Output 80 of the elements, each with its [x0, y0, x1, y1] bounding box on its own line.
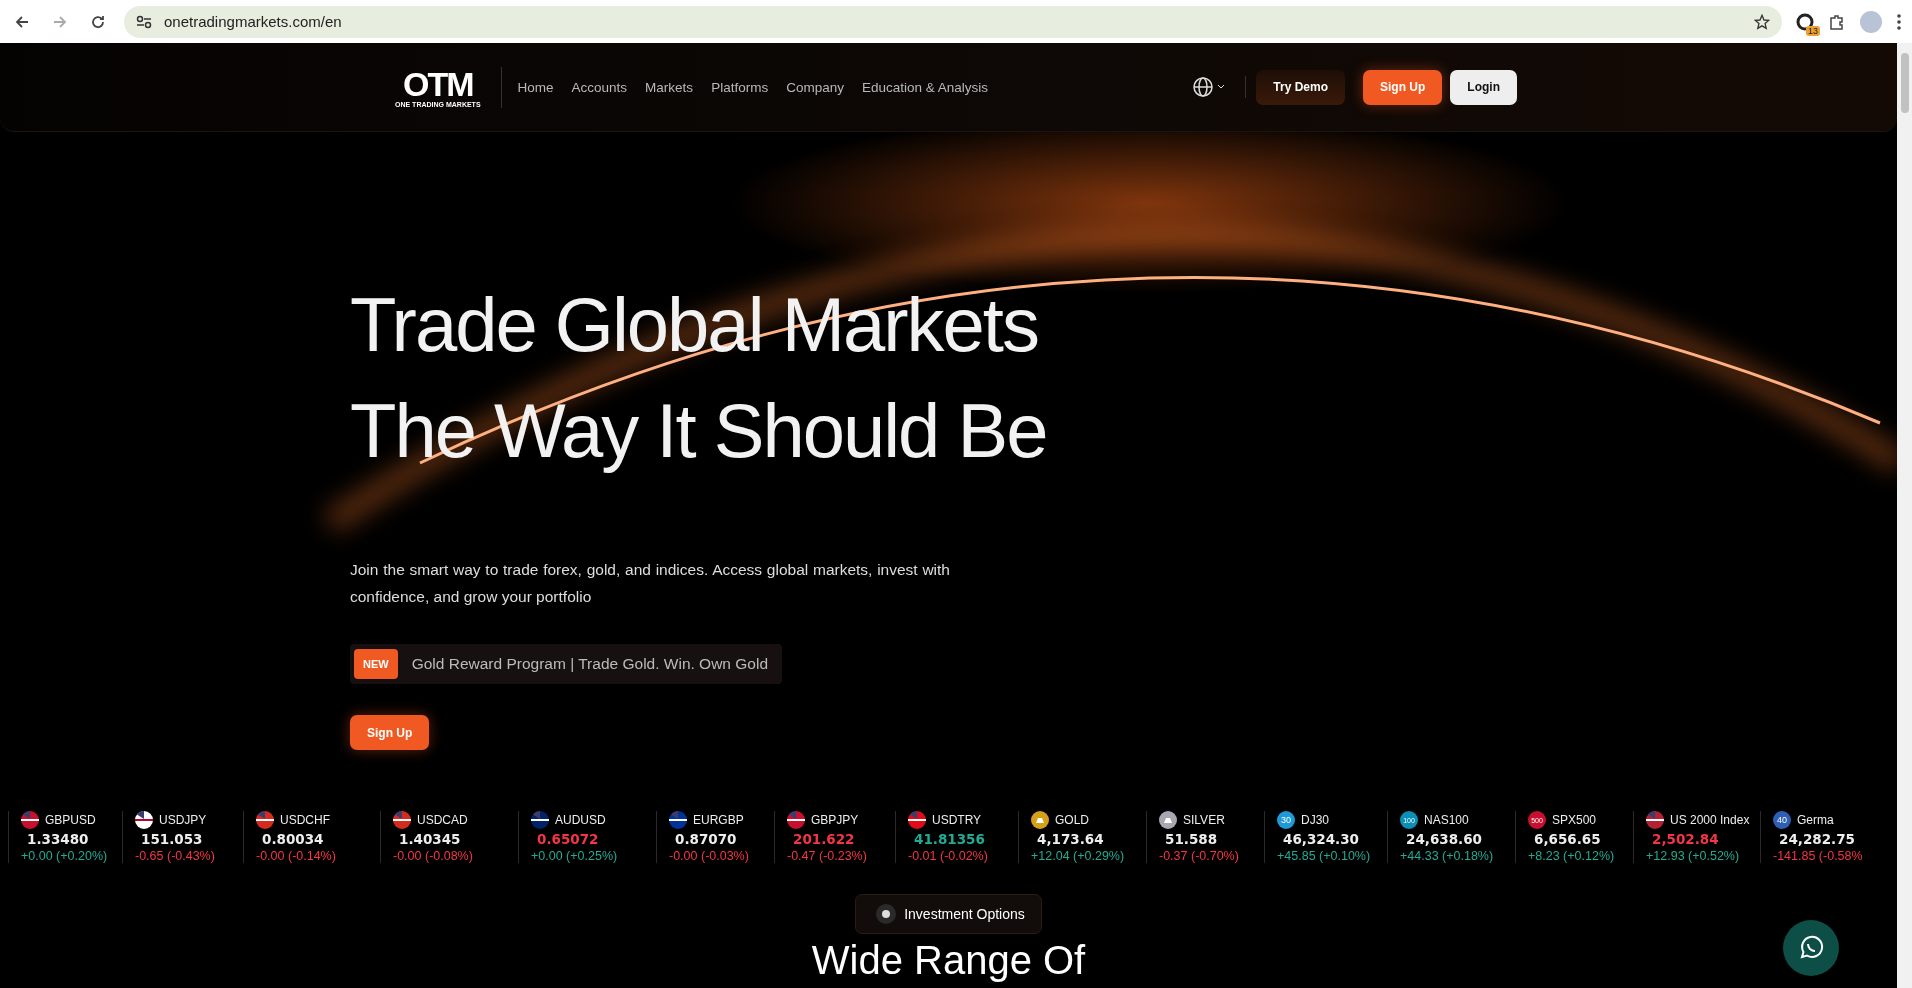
- symbol-name: GOLD: [1055, 813, 1090, 827]
- quote-price: 24,282.75: [1778, 831, 1855, 847]
- nav-link[interactable]: Home: [517, 79, 554, 95]
- quote-price: 0.65072: [536, 831, 599, 847]
- chat-button[interactable]: [1783, 920, 1839, 976]
- quote-change: -0.01 (-0.02%): [908, 849, 988, 863]
- url-text: onetradingmarkets.com/en: [164, 13, 342, 30]
- address-bar[interactable]: onetradingmarkets.com/en: [124, 5, 1782, 38]
- symbol-name: US 2000 Index: [1670, 813, 1751, 827]
- symbol-name: DJ30: [1301, 813, 1330, 827]
- quote-price: 0.87070: [674, 831, 737, 847]
- quote-change: -0.00 (-0.03%): [669, 849, 749, 863]
- globe-icon: [1192, 76, 1215, 98]
- dot-icon: [876, 904, 897, 924]
- nav-link[interactable]: Education & Analysis: [861, 79, 988, 95]
- quote-price: 6,656.65: [1533, 831, 1601, 847]
- quote-change: +45.85 (+0.10%): [1277, 849, 1371, 863]
- extension-badge: 13: [1806, 25, 1820, 36]
- symbol-name: GBPJPY: [811, 813, 860, 827]
- quote-change: -0.65 (-0.43%): [135, 849, 215, 863]
- symbol-name: SPX500: [1552, 813, 1598, 827]
- quote-price: 51.588: [1164, 831, 1218, 847]
- symbol-name: NAS100: [1424, 813, 1470, 827]
- symbol-name: USDJPY: [159, 813, 208, 827]
- quote-price: 1.40345: [398, 831, 461, 847]
- quote-price: 151.053: [140, 831, 203, 847]
- section-tag-text: Investment Options: [904, 906, 1025, 922]
- symbol-name: USDCAD: [417, 813, 469, 827]
- quote-change: +0.00 (+0.25%): [531, 849, 618, 863]
- hero-title: Trade Global Markets: [350, 281, 1038, 369]
- chevron-down-icon: [1217, 84, 1226, 90]
- quote-change: -0.00 (-0.14%): [256, 849, 336, 863]
- symbol-name: Germa: [1797, 813, 1835, 827]
- index-icon: 40: [1773, 811, 1791, 829]
- nav-link[interactable]: Platforms: [711, 79, 769, 95]
- quote-price: 46,324.30: [1282, 831, 1359, 847]
- quote-change: -0.37 (-0.70%): [1159, 849, 1239, 863]
- phone-bubble-icon: [1798, 935, 1824, 961]
- quote-price: 41.81356: [913, 831, 985, 847]
- scrollbar[interactable]: [1897, 43, 1912, 988]
- hero-description: Join the smart way to trade forex, gold, and indices. Access global markets, invest with confidence, and grow your portfolio: [350, 560, 950, 607]
- quote-change: +8.23 (+0.12%): [1528, 849, 1615, 863]
- puzzle-icon[interactable]: [1828, 12, 1846, 31]
- hero-title: The Way It Should Be: [350, 387, 1047, 475]
- symbol-name: USDTRY: [932, 813, 983, 827]
- quote-price: 1.33480: [26, 831, 89, 847]
- star-icon[interactable]: [1754, 13, 1770, 30]
- nav-link[interactable]: Accounts: [571, 79, 628, 95]
- promo-text: Gold Reward Program | Trade Gold. Win. Own Gold: [411, 655, 769, 673]
- quote-price: 201.622: [792, 831, 855, 847]
- quote-change: -0.47 (-0.23%): [787, 849, 867, 863]
- login-button[interactable]: Login: [1450, 69, 1517, 105]
- new-badge: NEW: [354, 649, 398, 679]
- section-heading: Wide Range Of: [811, 940, 1086, 980]
- nav-link[interactable]: Company: [786, 79, 844, 95]
- forward-arrow-icon: [52, 13, 68, 30]
- symbol-name: EURGBP: [693, 813, 745, 827]
- back-arrow-icon: [14, 13, 30, 30]
- site-settings-icon[interactable]: [136, 14, 152, 29]
- quote-change: +12.04 (+0.29%): [1031, 849, 1125, 863]
- quote-change: +44.33 (+0.18%): [1400, 849, 1494, 863]
- nav-link[interactable]: Markets: [645, 79, 694, 95]
- quote-change: -141.85 (-0.58%: [1773, 849, 1863, 863]
- language-selector[interactable]: [1192, 76, 1247, 98]
- symbol-name: USDCHF: [280, 813, 331, 827]
- promo-banner[interactable]: NEW Gold Reward Program | Trade Gold. Win. Own Gold: [350, 644, 783, 684]
- reload-icon: [90, 13, 106, 30]
- quote-change: +12.93 (+0.52%): [1646, 849, 1740, 863]
- quote-price: 0.80034: [261, 831, 324, 847]
- quote-price: 24,638.60: [1405, 831, 1482, 847]
- index-icon: 30: [1277, 811, 1295, 829]
- try-demo-button[interactable]: Try Demo: [1256, 69, 1345, 105]
- quote-change: +0.00 (+0.20%): [21, 849, 108, 863]
- quote-price: 2,502.84: [1651, 831, 1719, 847]
- menu-icon[interactable]: [1896, 12, 1902, 31]
- quote-price: 4,173.64: [1036, 831, 1104, 847]
- symbol-name: AUDUSD: [555, 813, 607, 827]
- symbol-name: SILVER: [1183, 813, 1226, 827]
- symbol-name: GBPUSD: [45, 813, 97, 827]
- quote-change: -0.00 (-0.08%): [393, 849, 473, 863]
